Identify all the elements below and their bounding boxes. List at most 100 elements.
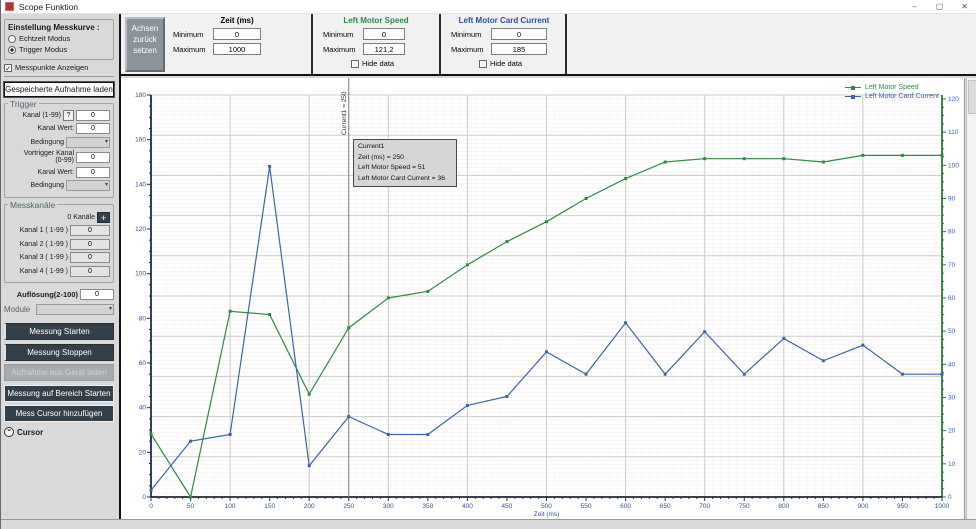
tooltip-zeit-value: Zeit (ms) = 250 — [358, 153, 452, 164]
zeit-max-input[interactable] — [213, 43, 261, 55]
current-hide-label: Hide data — [490, 59, 522, 68]
svg-text:80: 80 — [948, 229, 956, 236]
zeit-min-label: Minimum — [173, 30, 209, 39]
speed-hide-label: Hide data — [362, 59, 394, 68]
current-hide-data-row[interactable]: Hide data — [479, 59, 563, 68]
messkanaele-group-title: Messkanäle — [8, 200, 57, 210]
zeit-section-title: Zeit (ms) — [167, 16, 307, 25]
kanal1-input[interactable] — [70, 225, 110, 236]
legend-item-current[interactable]: Left Motor Card Current — [845, 92, 939, 101]
chart-scrollbar[interactable] — [966, 78, 976, 519]
checkbox-icon[interactable] — [479, 60, 487, 68]
svg-text:250: 250 — [343, 503, 354, 510]
reset-axes-button[interactable]: Achsen zurück setzen — [125, 17, 165, 72]
current-max-input[interactable] — [491, 43, 547, 55]
einstellung-group: Einstellung Messkurve : Echtzeit Modus T… — [4, 19, 114, 60]
svg-text:100: 100 — [948, 162, 959, 169]
kanal4-input[interactable] — [70, 266, 110, 277]
svg-text:30: 30 — [948, 394, 956, 401]
radio-echtzeit-modus[interactable]: Echtzeit Modus — [8, 34, 110, 43]
trigger-group-title: Trigger — [8, 99, 39, 109]
vortrigger-input[interactable] — [76, 152, 110, 163]
trigger-kanal-input[interactable] — [76, 110, 110, 121]
svg-text:750: 750 — [739, 503, 750, 510]
svg-text:0: 0 — [948, 494, 952, 501]
start-measurement-button[interactable]: Messung Starten — [4, 323, 114, 340]
add-kanal-button[interactable]: + — [97, 212, 110, 223]
chart-area: 0501001502002503003504004505005506006507… — [121, 78, 965, 519]
maximize-button[interactable]: ▢ — [927, 0, 952, 13]
svg-text:650: 650 — [660, 503, 671, 510]
current-max-label: Maximum — [451, 45, 487, 54]
speed-max-label: Maximum — [323, 45, 359, 54]
svg-text:0: 0 — [142, 494, 146, 501]
speed-max-input[interactable] — [363, 43, 405, 55]
svg-text:60: 60 — [139, 360, 147, 367]
speed-min-input[interactable] — [363, 28, 405, 40]
minimize-button[interactable]: – — [902, 0, 927, 13]
bedingung2-dropdown[interactable] — [66, 180, 110, 191]
trigger-wert2-input[interactable] — [76, 167, 110, 178]
trigger-wert-input[interactable] — [76, 123, 110, 134]
speed-min-label: Minimum — [323, 30, 359, 39]
window-title: Scope Funktion — [19, 2, 78, 12]
kanal2-input[interactable] — [70, 239, 110, 250]
bedingung-label: Bedingung — [8, 139, 64, 146]
scrollbar-thumb[interactable] — [968, 80, 976, 114]
current-min-input[interactable] — [491, 28, 547, 40]
load-from-device-button: Aufnahme aus Gerät laden — [4, 364, 114, 381]
svg-text:700: 700 — [699, 503, 710, 510]
svg-text:100: 100 — [135, 271, 146, 278]
chart-plot[interactable]: 0501001502002503003504004505005506006507… — [121, 78, 965, 519]
kanal-count-label: 0 Kanäle — [8, 214, 95, 221]
axes-toolbar: Achsen zurück setzen Zeit (ms) Minimum M… — [121, 14, 976, 76]
stop-measurement-button[interactable]: Messung Stoppen — [4, 344, 114, 361]
title-bar: Scope Funktion – ▢ ✕ — [1, 0, 976, 14]
svg-text:50: 50 — [187, 503, 195, 510]
checkbox-icon[interactable] — [351, 60, 359, 68]
svg-text:950: 950 — [897, 503, 908, 510]
svg-text:120: 120 — [948, 96, 959, 103]
svg-text:180: 180 — [135, 92, 146, 99]
legend-current-swatch — [845, 96, 861, 97]
tooltip-speed-value: Left Motor Speed = 51 — [358, 163, 452, 174]
svg-text:90: 90 — [948, 195, 956, 202]
svg-text:150: 150 — [264, 503, 275, 510]
kanal3-input[interactable] — [70, 252, 110, 263]
svg-text:350: 350 — [422, 503, 433, 510]
svg-text:20: 20 — [139, 449, 147, 456]
trigger-wert-label: Kanal Wert: — [8, 125, 74, 132]
legend-speed-label: Left Motor Speed — [865, 84, 919, 91]
messkanaele-group: Messkanäle 0 Kanäle + Kanal 1 ( 1-99 ) K… — [4, 204, 114, 284]
load-recording-button[interactable]: Gespeicherte Aufnahme laden — [4, 82, 114, 97]
module-dropdown[interactable] — [36, 304, 114, 315]
tooltip-current-value: Left Motor Card Current = 36 — [358, 174, 452, 185]
trigger-wert2-label: Kanal Wert: — [8, 169, 74, 176]
zeit-min-input[interactable] — [213, 28, 261, 40]
checkbox-checked-icon[interactable] — [4, 64, 12, 72]
divider — [4, 76, 114, 77]
legend-current-label: Left Motor Card Current — [865, 93, 939, 100]
speed-hide-data-row[interactable]: Hide data — [351, 59, 435, 68]
radio-selected-icon[interactable] — [8, 46, 16, 54]
radio-trigger-modus[interactable]: Trigger Modus — [8, 45, 110, 54]
svg-text:800: 800 — [778, 503, 789, 510]
app-icon — [5, 2, 14, 11]
legend-item-speed[interactable]: Left Motor Speed — [845, 83, 939, 92]
add-cursor-button[interactable]: Mess Cursor hinzufügen — [4, 405, 114, 422]
speed-section-title: Left Motor Speed — [317, 16, 435, 25]
trigger-kanal-label: Kanal (1-99) — [8, 112, 61, 119]
messpunkte-label: Messpunkte Anzeigen — [15, 63, 88, 72]
radio-icon[interactable] — [8, 35, 16, 43]
svg-text:80: 80 — [139, 315, 147, 322]
measure-range-button[interactable]: Messung auf Bereich Starten — [4, 385, 114, 402]
cursor-expander[interactable]: Cursor — [4, 427, 114, 437]
bedingung-dropdown[interactable] — [66, 137, 110, 148]
sidebar: Einstellung Messkurve : Echtzeit Modus T… — [1, 14, 119, 519]
messpunkte-checkbox-row[interactable]: Messpunkte Anzeigen — [4, 63, 114, 72]
aufloesung-input[interactable] — [80, 289, 114, 300]
close-button[interactable]: ✕ — [952, 0, 976, 13]
help-button[interactable]: ? — [63, 110, 74, 121]
svg-text:Zeit (ms): Zeit (ms) — [534, 511, 560, 518]
chevron-down-icon[interactable] — [4, 427, 14, 437]
